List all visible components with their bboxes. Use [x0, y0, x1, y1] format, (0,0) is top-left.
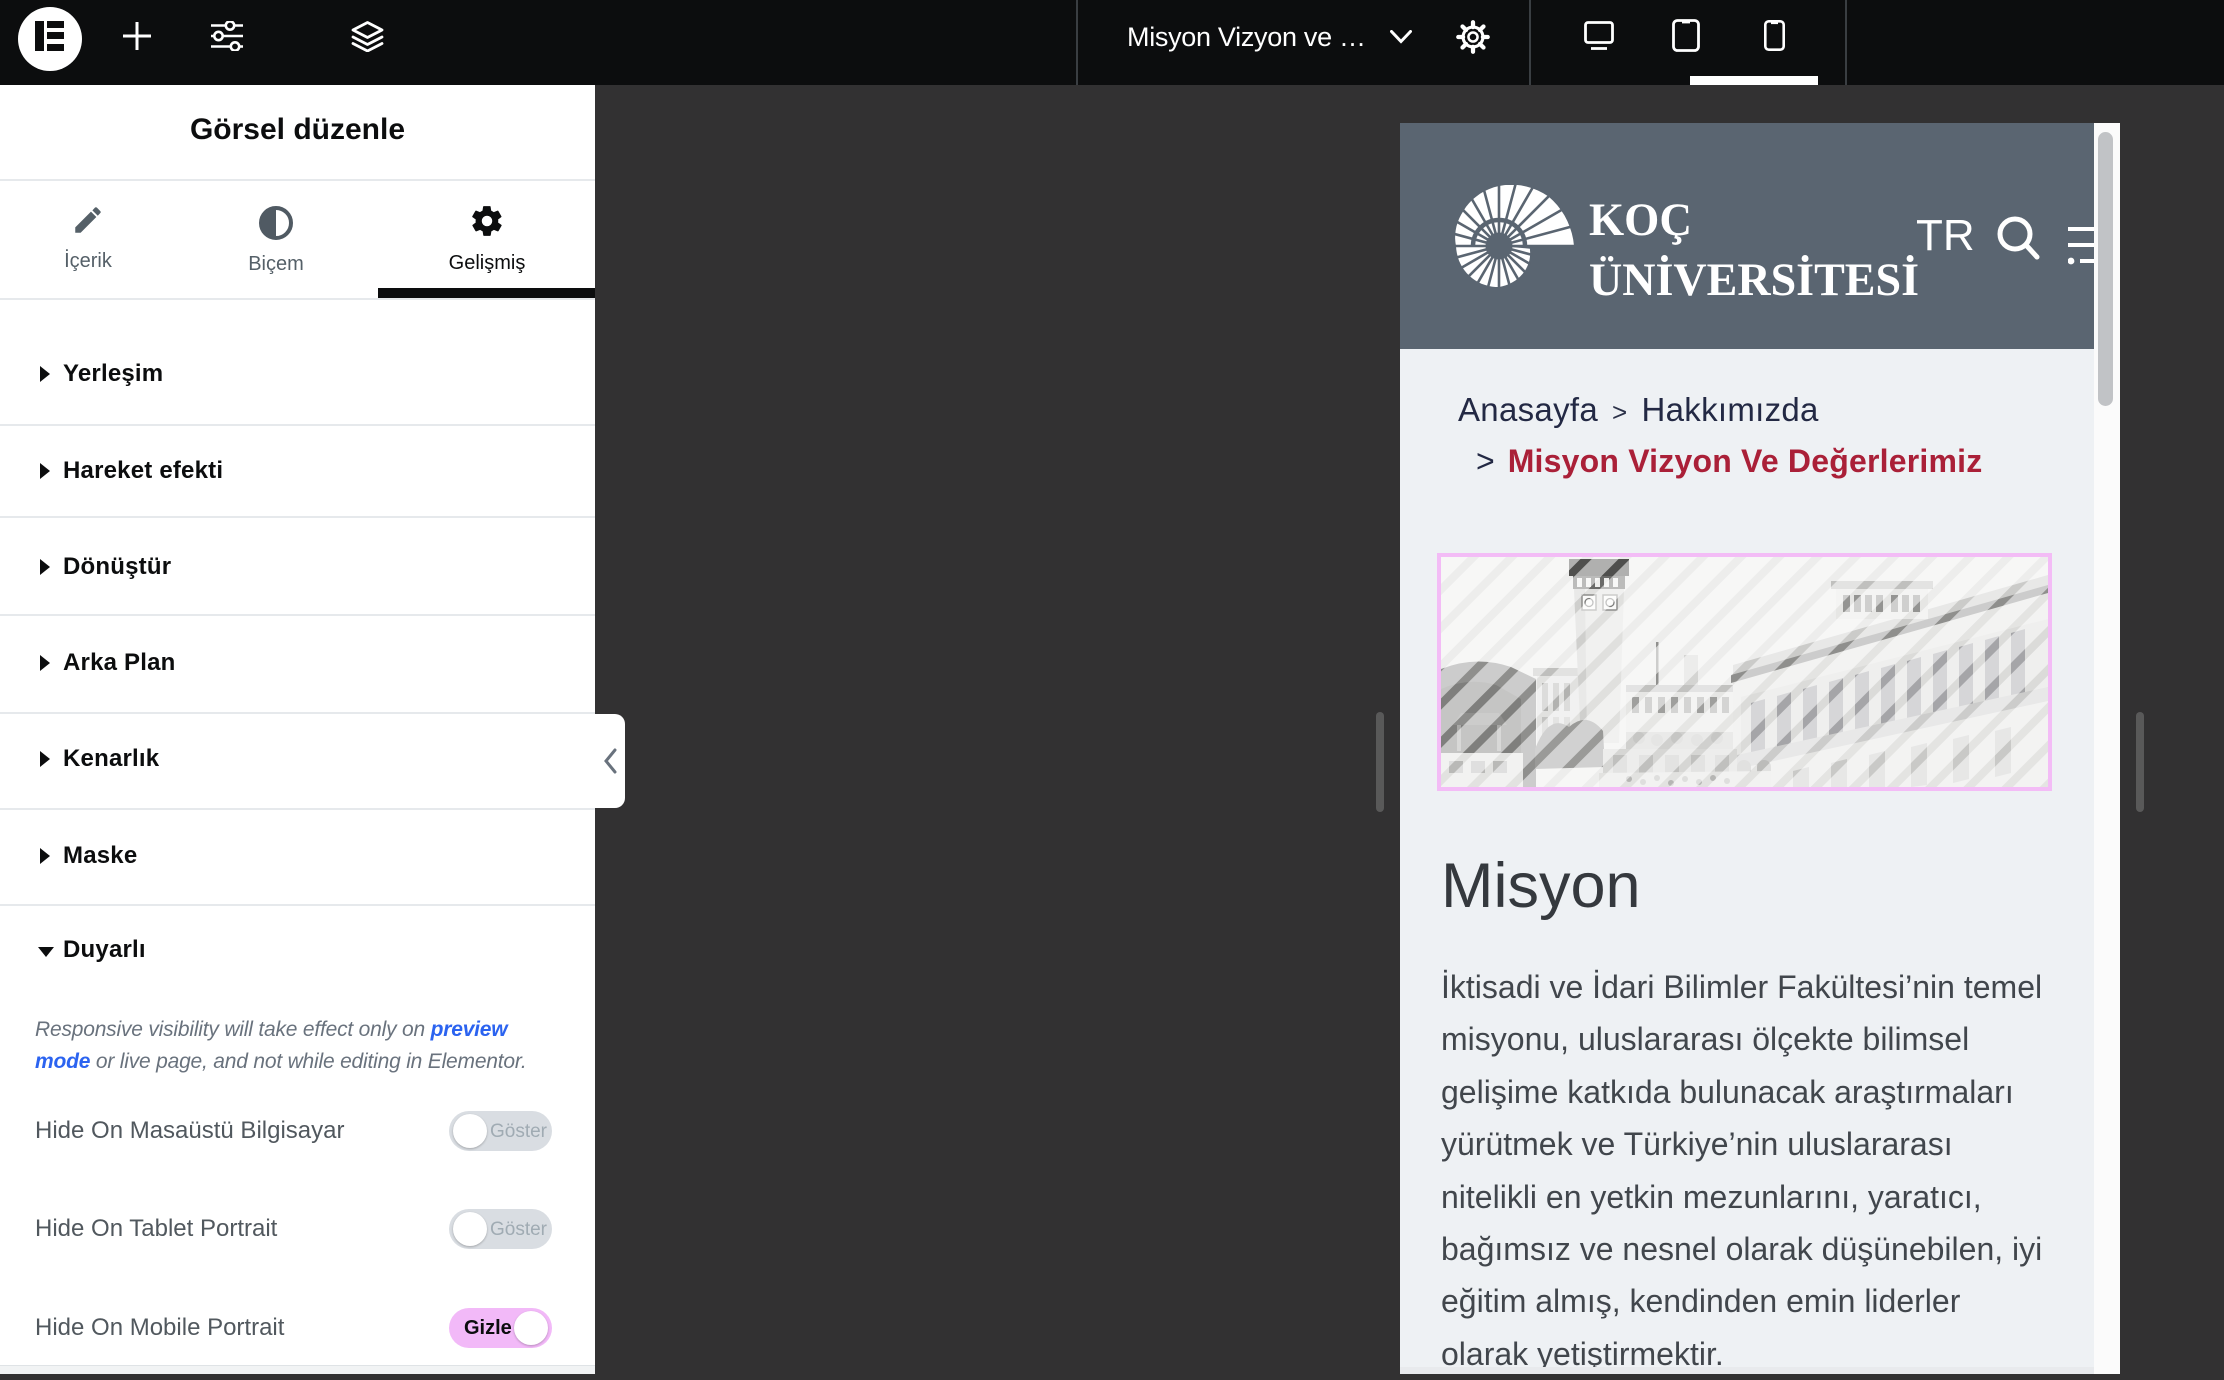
- svg-text:ÜNİVERSİTESİ: ÜNİVERSİTESİ: [1589, 254, 1919, 298]
- svg-text:KOÇ: KOÇ: [1589, 194, 1692, 246]
